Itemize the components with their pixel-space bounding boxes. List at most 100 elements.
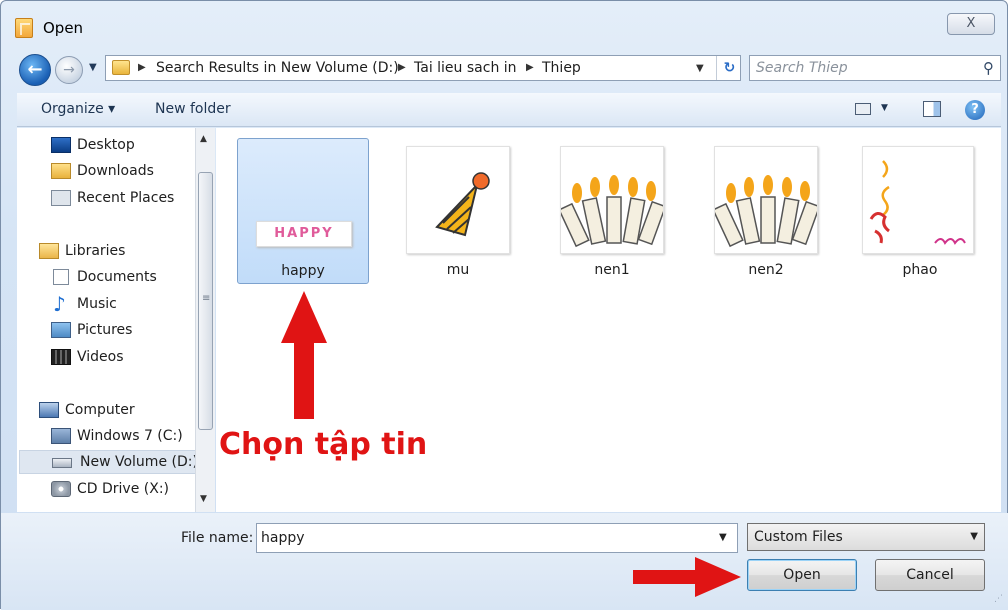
- view-dropdown-icon[interactable]: ▼: [881, 103, 888, 113]
- pictures-icon: [51, 322, 71, 338]
- back-arrow-icon: ←: [27, 59, 43, 80]
- sidebar-scrollbar[interactable]: ▲ ≡ ▼: [195, 128, 215, 512]
- sidebar-item-label: Windows 7 (C:): [77, 428, 183, 444]
- file-item-nen2[interactable]: nen2: [700, 138, 832, 284]
- recent-locations-dropdown-icon[interactable]: ▼: [89, 62, 97, 73]
- party-hat-thumbnail: [406, 146, 510, 254]
- sidebar-item-downloads[interactable]: Downloads: [51, 160, 201, 184]
- breadcrumb-search-results[interactable]: Search Results in New Volume (D:): [156, 60, 399, 76]
- sidebar-item-documents[interactable]: Documents: [51, 266, 201, 290]
- breadcrumb-arrow-icon[interactable]: ▶: [138, 62, 146, 73]
- sidebar-item-label: Recent Places: [77, 190, 175, 206]
- sidebar-item-drive-c[interactable]: Windows 7 (C:): [51, 425, 201, 449]
- new-folder-button[interactable]: New folder: [155, 101, 231, 117]
- address-dropdown-icon[interactable]: ▼: [696, 63, 704, 74]
- sidebar-item-pictures[interactable]: Pictures: [51, 319, 201, 343]
- file-item-nen1[interactable]: nen1: [546, 138, 678, 284]
- sidebar-item-drive-d[interactable]: New Volume (D:): [19, 450, 198, 474]
- sidebar-item-label: Videos: [77, 349, 124, 365]
- file-name-label: nen2: [748, 262, 784, 278]
- candles-icon: [561, 175, 663, 248]
- candles-thumbnail: [714, 146, 818, 254]
- file-name-label: File name:: [181, 530, 254, 546]
- forward-button[interactable]: →: [55, 56, 83, 84]
- libraries-icon: [39, 243, 59, 259]
- title-bar: Open X: [1, 1, 1007, 47]
- hard-drive-icon: [52, 458, 72, 468]
- sidebar-item-label: Computer: [65, 402, 135, 418]
- file-item-mu[interactable]: mu: [392, 138, 524, 284]
- open-dialog: Open X ← → ▼ ▶ Search Results in New Vol…: [0, 0, 1008, 610]
- search-box[interactable]: ⚲: [749, 55, 1001, 81]
- sidebar-item-music[interactable]: Music: [51, 292, 201, 317]
- preview-pane-icon[interactable]: [923, 101, 941, 117]
- file-name-input[interactable]: [256, 523, 738, 553]
- candles-icon: [715, 175, 817, 248]
- annotation-arrow-right-icon: [633, 557, 741, 597]
- sidebar-item-desktop[interactable]: Desktop: [51, 134, 201, 158]
- forward-arrow-icon: →: [63, 62, 75, 78]
- file-name-dropdown-icon[interactable]: ▼: [719, 532, 727, 543]
- windows-drive-icon: [51, 428, 71, 444]
- file-name-label: happy: [281, 263, 325, 279]
- file-name-label: mu: [446, 262, 470, 278]
- happy-thumbnail: HAPPY: [252, 147, 356, 255]
- sidebar-item-label: New Volume (D:): [80, 454, 198, 470]
- chevron-down-icon: ▼: [970, 531, 978, 542]
- breadcrumb-arrow-icon[interactable]: ▶: [526, 62, 534, 73]
- sidebar-item-libraries[interactable]: Libraries: [39, 240, 199, 264]
- resize-grip-icon[interactable]: ⋰: [994, 594, 1003, 604]
- computer-icon: [39, 402, 59, 418]
- sidebar-item-videos[interactable]: Videos: [51, 346, 201, 370]
- cd-drive-icon: [51, 481, 71, 497]
- folder-icon: [112, 60, 130, 75]
- grip-icon: ≡: [202, 293, 211, 304]
- breadcrumb-arrow-icon[interactable]: ▶: [398, 62, 406, 73]
- sidebar-item-label: CD Drive (X:): [77, 481, 170, 497]
- sidebar-item-label: Desktop: [77, 137, 135, 153]
- window-title: Open: [43, 19, 84, 37]
- change-view-icon[interactable]: [855, 103, 871, 115]
- scroll-down-icon[interactable]: ▼: [200, 494, 207, 504]
- navigation-pane: Desktop Downloads Recent Places Librarie…: [17, 128, 215, 512]
- cancel-button[interactable]: Cancel: [875, 559, 985, 591]
- toolbar: Organize ▾ New folder ▼ ?: [17, 93, 1001, 127]
- file-name-label: nen1: [594, 262, 630, 278]
- close-button[interactable]: X: [947, 13, 995, 35]
- organize-button[interactable]: Organize ▾: [41, 101, 115, 117]
- annotation-arrow-up-icon: [281, 291, 327, 419]
- help-icon[interactable]: ?: [965, 100, 985, 120]
- scroll-up-icon[interactable]: ▲: [200, 134, 207, 144]
- sidebar-item-label: Pictures: [77, 322, 133, 338]
- open-button[interactable]: Open: [747, 559, 857, 591]
- annotation-text: Chọn tập tin: [219, 427, 428, 462]
- candles-thumbnail: [560, 146, 664, 254]
- file-type-value: Custom Files: [754, 529, 843, 545]
- file-item-phao[interactable]: phao: [854, 138, 986, 284]
- sidebar-item-recent-places[interactable]: Recent Places: [51, 187, 201, 211]
- breadcrumb-thiep[interactable]: Thiep: [542, 60, 581, 76]
- downloads-icon: [51, 163, 71, 179]
- search-icon[interactable]: ⚲: [983, 59, 994, 77]
- file-name-label: phao: [902, 262, 938, 278]
- documents-icon: [53, 269, 69, 285]
- party-hat-icon: [435, 172, 490, 237]
- sidebar-item-label: Downloads: [77, 163, 154, 179]
- back-button[interactable]: ←: [19, 54, 51, 86]
- streamers-thumbnail: [862, 146, 974, 254]
- sidebar-item-label: Documents: [77, 269, 157, 285]
- file-item-happy[interactable]: HAPPY happy: [237, 138, 369, 284]
- search-input[interactable]: [756, 58, 966, 78]
- music-icon: [51, 292, 71, 316]
- refresh-icon[interactable]: ↻: [716, 56, 742, 80]
- address-bar[interactable]: ▶ Search Results in New Volume (D:) ▶ Ta…: [105, 55, 741, 81]
- streamer-icon: [869, 160, 966, 245]
- videos-icon: [51, 349, 71, 365]
- file-type-select[interactable]: Custom Files ▼: [747, 523, 985, 551]
- sidebar-item-computer[interactable]: Computer: [39, 399, 199, 423]
- sidebar-item-cd-drive[interactable]: CD Drive (X:): [51, 478, 201, 502]
- desktop-icon: [51, 137, 71, 153]
- breadcrumb-tai-lieu[interactable]: Tai lieu sach in: [414, 60, 517, 76]
- scrollbar-thumb[interactable]: ≡: [198, 172, 213, 430]
- sidebar-item-label: Music: [77, 296, 117, 312]
